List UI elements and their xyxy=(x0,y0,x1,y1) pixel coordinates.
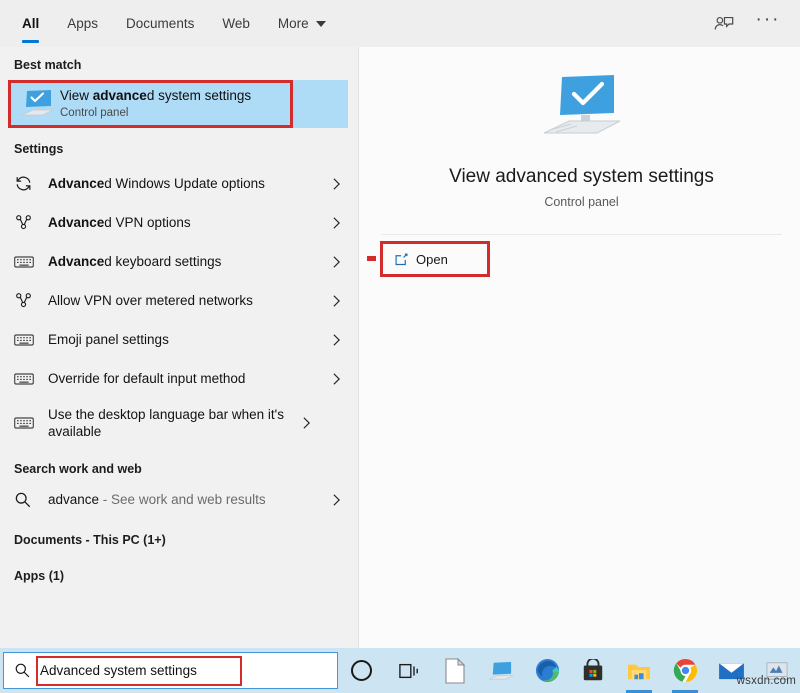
list-item-web-search[interactable]: advance - See work and web results xyxy=(0,480,358,519)
keyboard-icon xyxy=(14,254,40,270)
chevron-right-icon xyxy=(298,415,314,431)
sync-icon xyxy=(14,174,40,193)
vpn-icon xyxy=(14,291,40,310)
remote-desktop-icon[interactable] xyxy=(478,648,524,693)
edge-icon[interactable] xyxy=(524,648,570,693)
list-item-advanced-vpn-options[interactable]: Advanced VPN options xyxy=(0,203,358,242)
best-match-result[interactable]: View advanced system settings Control pa… xyxy=(8,80,348,128)
list-item-label: Allow VPN over metered networks xyxy=(40,292,328,309)
preview-title: View advanced system settings xyxy=(449,166,714,188)
chevron-right-icon xyxy=(328,332,344,348)
microsoft-store-icon[interactable] xyxy=(570,648,616,693)
ellipsis-icon[interactable]: ··· xyxy=(746,0,790,51)
taskbar-search-box[interactable]: Advanced system settings xyxy=(3,652,338,689)
chevron-right-icon xyxy=(328,176,344,192)
cortana-circle-icon[interactable] xyxy=(338,648,386,693)
annotation-dash xyxy=(367,256,376,261)
keyboard-icon xyxy=(14,415,40,431)
tab-apps-label: Apps xyxy=(67,16,98,31)
file-explorer-icon[interactable] xyxy=(616,648,662,693)
list-item-label: Override for default input method xyxy=(40,370,328,387)
tab-apps[interactable]: Apps xyxy=(53,0,112,47)
chrome-icon[interactable] xyxy=(662,648,708,693)
results-pane: Best match View advanced sys xyxy=(0,47,359,648)
chevron-right-icon xyxy=(328,371,344,387)
taskbar: Advanced system settings xyxy=(0,648,800,693)
open-button-annotation xyxy=(380,241,490,277)
chevron-down-icon xyxy=(316,21,326,27)
list-item-desktop-language-bar[interactable]: Use the desktop language bar when it's a… xyxy=(0,398,358,448)
windows-search-screen: All Apps Documents Web More xyxy=(0,0,800,693)
tab-documents-label: Documents xyxy=(126,16,194,31)
list-item-override-default-input[interactable]: Override for default input method xyxy=(0,359,358,398)
tab-all[interactable]: All xyxy=(8,0,53,47)
list-item-advanced-windows-update[interactable]: Advanced Windows Update options xyxy=(0,164,358,203)
tab-web-label: Web xyxy=(222,16,250,31)
chevron-right-icon xyxy=(328,254,344,270)
apps-heading: Apps (1) xyxy=(0,551,358,587)
list-item-label: advance - See work and web results xyxy=(40,491,328,508)
search-tabbar: All Apps Documents Web More xyxy=(0,0,800,47)
search-flyout: All Apps Documents Web More xyxy=(0,0,800,648)
settings-heading: Settings xyxy=(0,128,358,164)
cortana-ring xyxy=(351,660,372,681)
list-item-label: Advanced keyboard settings xyxy=(40,253,328,270)
best-match-title: View advanced system settings xyxy=(60,88,251,105)
list-item-label: Advanced VPN options xyxy=(40,214,328,231)
list-item-allow-vpn-metered[interactable]: Allow VPN over metered networks xyxy=(0,281,358,320)
documents-heading: Documents - This PC (1+) xyxy=(0,519,358,551)
search-icon xyxy=(14,491,40,509)
monitor-check-large-icon xyxy=(540,73,624,144)
best-match-subtitle: Control panel xyxy=(60,106,251,120)
tab-documents[interactable]: Documents xyxy=(112,0,208,47)
chevron-right-icon xyxy=(328,293,344,309)
tab-more[interactable]: More xyxy=(264,0,340,47)
watermark: wsxdn.com xyxy=(737,675,796,687)
document-icon[interactable] xyxy=(432,648,478,693)
search-icon xyxy=(4,662,40,679)
chevron-right-icon xyxy=(328,492,344,508)
search-annotation xyxy=(36,656,242,686)
best-match-text: View advanced system settings Control pa… xyxy=(60,88,251,120)
chevron-right-icon xyxy=(328,215,344,231)
list-item-label: Emoji panel settings xyxy=(40,331,328,348)
list-item-label: Advanced Windows Update options xyxy=(40,175,328,192)
preview-pane: View advanced system settings Control pa… xyxy=(359,47,800,648)
tab-all-label: All xyxy=(22,16,39,31)
keyboard-icon xyxy=(14,371,40,387)
monitor-check-icon xyxy=(18,85,56,123)
keyboard-icon xyxy=(14,332,40,348)
preview-card: View advanced system settings Control pa… xyxy=(381,47,782,235)
task-view-icon[interactable] xyxy=(386,648,432,693)
preview-subtitle: Control panel xyxy=(544,195,618,209)
search-work-web-heading: Search work and web xyxy=(0,448,358,480)
list-item-emoji-panel-settings[interactable]: Emoji panel settings xyxy=(0,320,358,359)
feedback-person-icon[interactable] xyxy=(702,0,746,47)
preview-actions: Open xyxy=(380,241,800,277)
search-panes: Best match View advanced sys xyxy=(0,47,800,648)
vpn-icon xyxy=(14,213,40,232)
tab-more-label: More xyxy=(278,16,309,31)
list-item-label: Use the desktop language bar when it's a… xyxy=(40,406,298,441)
list-item-advanced-keyboard-settings[interactable]: Advanced keyboard settings xyxy=(0,242,358,281)
tab-web[interactable]: Web xyxy=(208,0,264,47)
best-match-heading: Best match xyxy=(0,47,358,80)
